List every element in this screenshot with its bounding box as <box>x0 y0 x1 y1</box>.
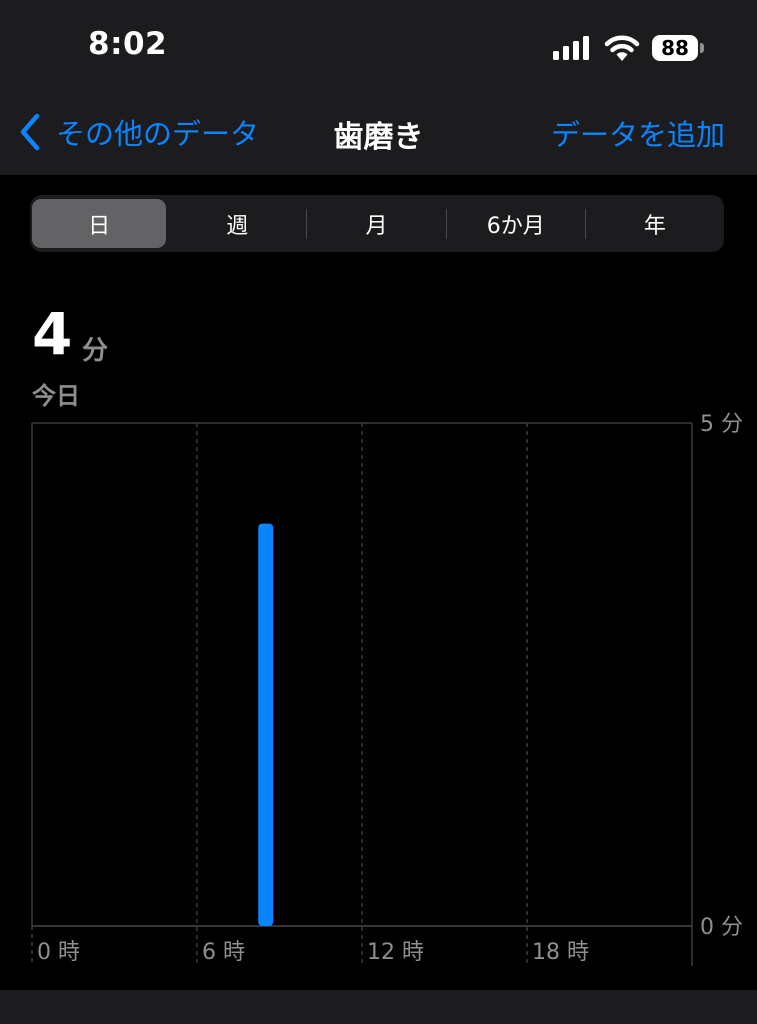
segment-divider <box>584 208 586 239</box>
x-axis-tick-label: 18 時 <box>532 940 589 965</box>
brushing-duration-chart[interactable]: 0 時 6 時 12 時 18 時 5 分 0 分 <box>0 410 757 980</box>
status-time: 8:02 <box>88 26 168 62</box>
chart-bar <box>258 523 274 926</box>
segment-day[interactable]: 日 <box>32 199 167 248</box>
bottom-bar <box>0 990 757 1024</box>
battery-indicator: 88 <box>652 35 698 61</box>
summary-date-label: 今日 <box>32 382 80 410</box>
segment-year[interactable]: 年 <box>588 199 722 248</box>
segment-week[interactable]: 週 <box>170 199 304 248</box>
x-axis-tick-label: 6 時 <box>202 940 245 965</box>
summary-value: 4 <box>32 300 73 368</box>
add-data-button[interactable]: データを追加 <box>551 112 725 154</box>
cellular-signal-icon <box>553 36 589 60</box>
y-axis-tick-label: 5 分 <box>700 412 743 437</box>
y-axis-tick-label: 0 分 <box>700 915 743 940</box>
x-axis-tick-label: 0 時 <box>37 940 80 965</box>
segment-month[interactable]: 月 <box>309 199 443 248</box>
brushing-detail-screen: 8:02 88 その他のデータ 歯磨き データを追加 日 週 月 6か月 年 4… <box>0 0 757 1024</box>
x-axis-tick-label: 12 時 <box>367 940 424 965</box>
segment-divider <box>306 208 308 239</box>
battery-tip <box>700 43 704 53</box>
segment-divider <box>445 208 447 239</box>
summary-unit: 分 <box>82 336 109 366</box>
wifi-icon <box>604 35 640 61</box>
time-range-segmented-control: 日 週 月 6か月 年 <box>30 195 724 252</box>
header: 8:02 88 その他のデータ 歯磨き データを追加 <box>0 0 757 175</box>
segment-6-months[interactable]: 6か月 <box>449 199 583 248</box>
